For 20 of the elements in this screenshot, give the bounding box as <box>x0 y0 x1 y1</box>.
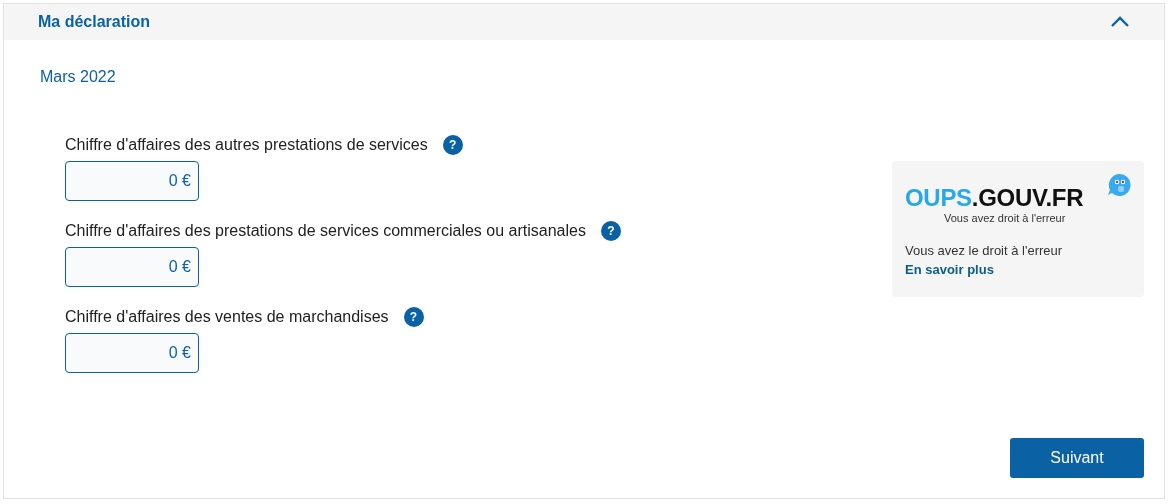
logo-text: OUPS <box>905 185 972 211</box>
help-button[interactable]: ? <box>403 307 424 327</box>
help-button[interactable]: ? <box>600 221 621 241</box>
help-button[interactable]: ? <box>442 135 463 155</box>
amount-input[interactable]: 0 € <box>65 333 199 373</box>
logo-text: .GOUV.FR <box>971 185 1084 211</box>
amount-input[interactable]: 0 € <box>65 161 199 201</box>
field-label: Chiffre d'affaires des autres prestations de services <box>65 136 428 154</box>
logo-tagline: Vous avez droit à l'erreur <box>944 212 1067 224</box>
period-label: Mars 2022 <box>40 68 117 86</box>
next-button[interactable]: Suivant <box>1010 438 1144 478</box>
mascot-icon <box>1108 173 1132 197</box>
learn-more-link[interactable]: En savoir plus <box>905 262 1132 277</box>
field-label: Chiffre d'affaires des ventes de marchandises <box>65 308 389 326</box>
amount-input[interactable]: 0 € <box>65 247 199 287</box>
collapse-button[interactable] <box>1110 16 1130 28</box>
chevron-icon <box>1110 16 1130 28</box>
promo-text: Vous avez le droit à l'erreur <box>905 243 1064 258</box>
section-title: Ma déclaration <box>38 13 151 31</box>
field-label: Chiffre d'affaires des prestations de services commerciales ou artisanales <box>65 222 586 240</box>
